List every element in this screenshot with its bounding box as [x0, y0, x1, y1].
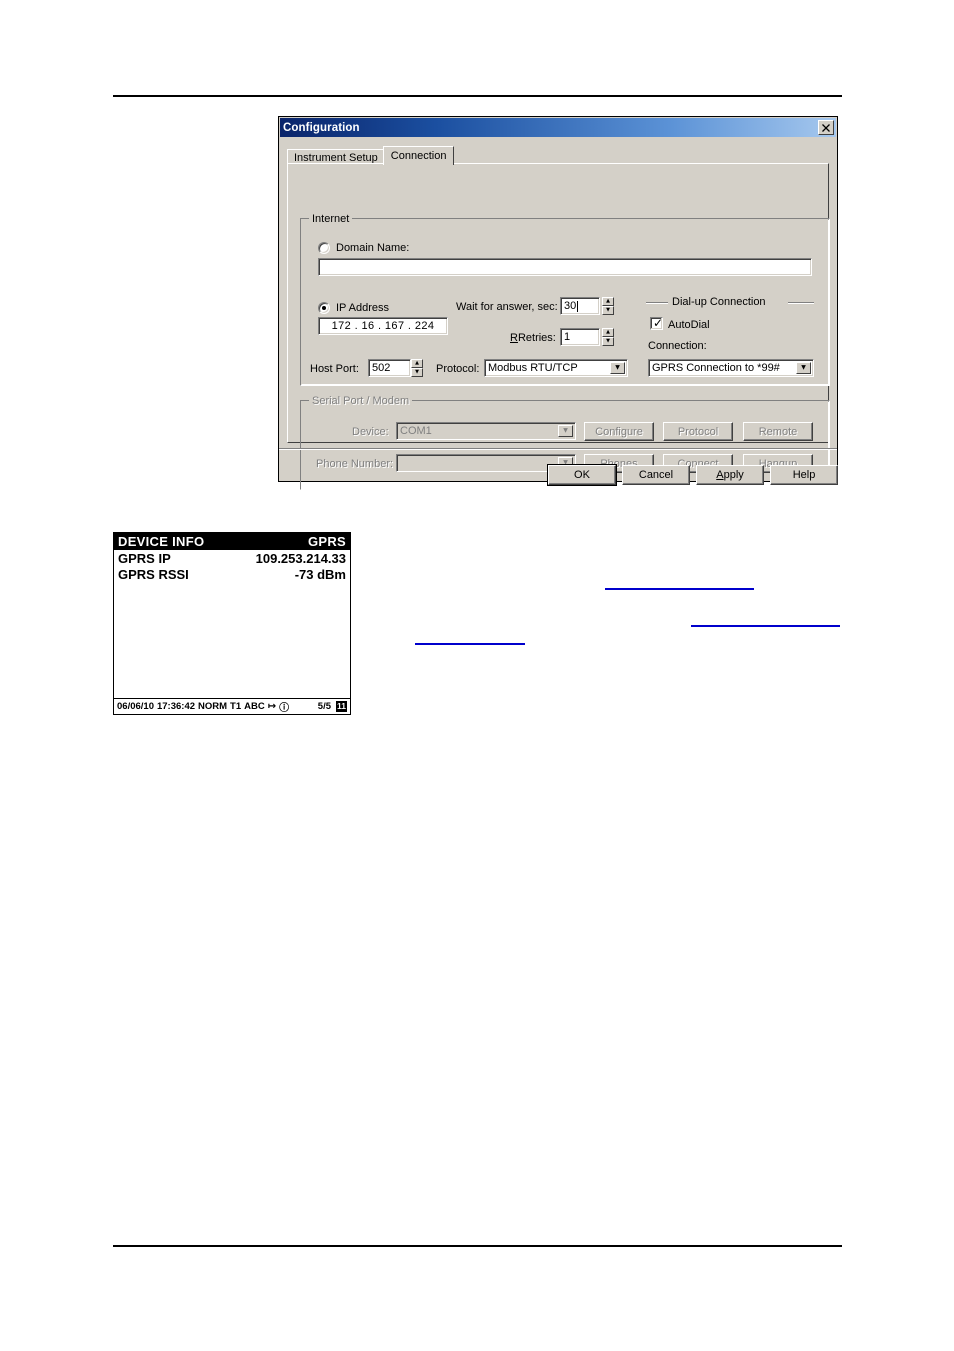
spinner-up-icon[interactable]: ▲ — [602, 328, 614, 337]
remote-button-label: Remote — [758, 425, 798, 438]
hyperlink-2[interactable] — [691, 612, 840, 627]
internet-group-title: Internet — [309, 213, 353, 225]
device-label: Device: — [352, 426, 389, 438]
lcd-header: DEVICE INFO GPRS — [114, 533, 350, 550]
dialog-titlebar[interactable]: Configuration — [280, 118, 836, 137]
lcd-header-mode: GPRS — [307, 534, 346, 549]
host-port-input[interactable]: 502 — [368, 359, 411, 377]
phone-number-label: Phone Number: — [316, 458, 394, 470]
ip-address-radio-dot — [322, 306, 326, 310]
status-badge: 11 — [336, 701, 347, 712]
ok-button-label: OK — [574, 469, 590, 481]
dialup-group-title: Dial-up Connection — [672, 296, 766, 308]
autodial-checkbox[interactable]: ✓ — [650, 316, 664, 330]
checkmark-icon: ✓ — [653, 316, 664, 330]
device-value: COM1 — [400, 425, 432, 437]
retries-label: RRetries: — [510, 332, 556, 344]
connection-label: Connection: — [648, 340, 707, 352]
lcd-status-date: 06/06/10 — [117, 701, 154, 712]
lcd-status-time: 17:36:42 — [156, 701, 196, 712]
page-header-rule — [113, 95, 842, 97]
arrow-to-bar-icon: ↦ — [267, 701, 277, 712]
domain-name-label: Domain Name: — [336, 242, 410, 254]
dialog-body: Instrument Setup Connection Internet Dom… — [279, 137, 838, 490]
host-port-label: Host Port: — [310, 363, 359, 375]
dialup-rule-right — [788, 302, 814, 303]
spinner-down-icon[interactable]: ▼ — [602, 337, 614, 346]
ip-address-input[interactable]: 172 . 16 . 167 . 224 — [318, 317, 448, 335]
lcd-row-gprs-rssi-value: -73 dBm — [294, 567, 346, 582]
host-port-value: 502 — [372, 362, 391, 374]
protocol-label: Protocol: — [436, 363, 480, 375]
tab-page-connection: Internet Domain Name: IP Address 172 . 1… — [287, 163, 830, 490]
retries-input[interactable]: 1 — [560, 328, 600, 346]
host-port-spinner[interactable]: ▲ ▼ — [411, 359, 423, 377]
lcd-status-page: 5/5 — [317, 701, 331, 712]
apply-button-label: Apply — [716, 469, 744, 481]
ok-button[interactable]: OK — [548, 465, 616, 485]
footer-separator — [279, 448, 837, 449]
ip-address-label: IP Address — [336, 302, 389, 314]
hyperlink-3[interactable] — [415, 630, 525, 645]
lcd-row-gprs-rssi-label: GPRS RSSI — [118, 567, 189, 582]
retries-spinner[interactable]: ▲ ▼ — [602, 328, 614, 346]
configure-button: Configure — [584, 422, 654, 441]
wait-for-answer-input[interactable]: 30 — [560, 297, 600, 315]
configure-button-label: Configure — [595, 425, 643, 438]
help-button[interactable]: Help — [770, 465, 838, 485]
protocol-combo[interactable]: Modbus RTU/TCP ▼ — [484, 359, 628, 377]
lcd-status-input-mode: ABC — [244, 701, 265, 712]
lcd-header-title: DEVICE INFO — [118, 534, 205, 549]
retries-value: 1 — [564, 331, 571, 343]
chevron-down-icon[interactable]: ▼ — [796, 362, 811, 374]
spinner-down-icon[interactable]: ▼ — [411, 368, 423, 377]
spinner-up-icon[interactable]: ▲ — [602, 297, 614, 306]
autodial-label: AutoDial — [668, 319, 710, 331]
lcd-row-gprs-ip-value: 109.253.214.33 — [255, 551, 346, 566]
lcd-status-trigger: T1 — [230, 701, 242, 712]
ip-address-value: 172 . 16 . 167 . 224 — [331, 320, 435, 332]
serial-group-title: Serial Port / Modem — [309, 395, 413, 407]
domain-name-input[interactable] — [318, 258, 812, 276]
page-footer-rule — [113, 1245, 842, 1247]
help-button-label: Help — [792, 469, 816, 481]
close-icon[interactable] — [818, 120, 834, 135]
tab-connection[interactable]: Connection — [382, 146, 455, 165]
cancel-button[interactable]: Cancel — [622, 465, 690, 485]
lcd-status-mode: NORM — [198, 701, 228, 712]
info-circle-icon: ⓘ — [279, 703, 290, 714]
text-caret — [577, 300, 579, 312]
wait-for-answer-spinner[interactable]: ▲ ▼ — [602, 297, 614, 315]
apply-button[interactable]: Apply — [696, 465, 764, 485]
hyperlink-1[interactable] — [605, 575, 754, 590]
serial-protocol-button-label: Protocol — [677, 425, 719, 438]
configuration-dialog: Configuration Instrument Setup Connectio… — [278, 116, 838, 490]
wait-for-answer-label: Wait for answer, sec: — [456, 301, 558, 313]
connection-combo[interactable]: GPRS Connection to *99# ▼ — [648, 359, 814, 377]
close-glyph — [822, 123, 830, 132]
serial-protocol-button: Protocol — [663, 422, 733, 441]
wait-for-answer-value: 30 — [564, 300, 577, 312]
connection-value: GPRS Connection to *99# — [652, 362, 780, 374]
domain-name-radio[interactable] — [318, 242, 330, 254]
protocol-value: Modbus RTU/TCP — [488, 362, 578, 374]
lcd-row-gprs-ip-label: GPRS IP — [118, 551, 171, 566]
device-combo: COM1 ▼ — [396, 422, 576, 440]
lcd-row-gprs-ip: GPRS IP 109.253.214.33 — [114, 550, 350, 566]
remote-button: Remote — [743, 422, 813, 441]
chevron-down-icon: ▼ — [558, 425, 573, 437]
ip-address-radio[interactable] — [318, 302, 330, 314]
lcd-device-info-panel: DEVICE INFO GPRS GPRS IP 109.253.214.33 … — [113, 532, 351, 715]
spinner-up-icon[interactable]: ▲ — [411, 359, 423, 368]
dialup-rule-left — [646, 302, 668, 303]
cancel-button-label: Cancel — [638, 469, 674, 481]
spinner-down-icon[interactable]: ▼ — [602, 306, 614, 315]
lcd-row-gprs-rssi: GPRS RSSI -73 dBm — [114, 566, 350, 582]
dialog-title: Configuration — [283, 121, 360, 134]
tab-connection-label: Connection — [390, 150, 447, 162]
retries-label-rest: Retries: — [517, 332, 556, 344]
lcd-status-bar: 06/06/10 17:36:42 NORM T1 ABC ↦ ⓘ 5/5 11 — [114, 698, 350, 714]
tabstrip: Instrument Setup Connection — [287, 145, 455, 165]
chevron-down-icon[interactable]: ▼ — [610, 362, 625, 374]
